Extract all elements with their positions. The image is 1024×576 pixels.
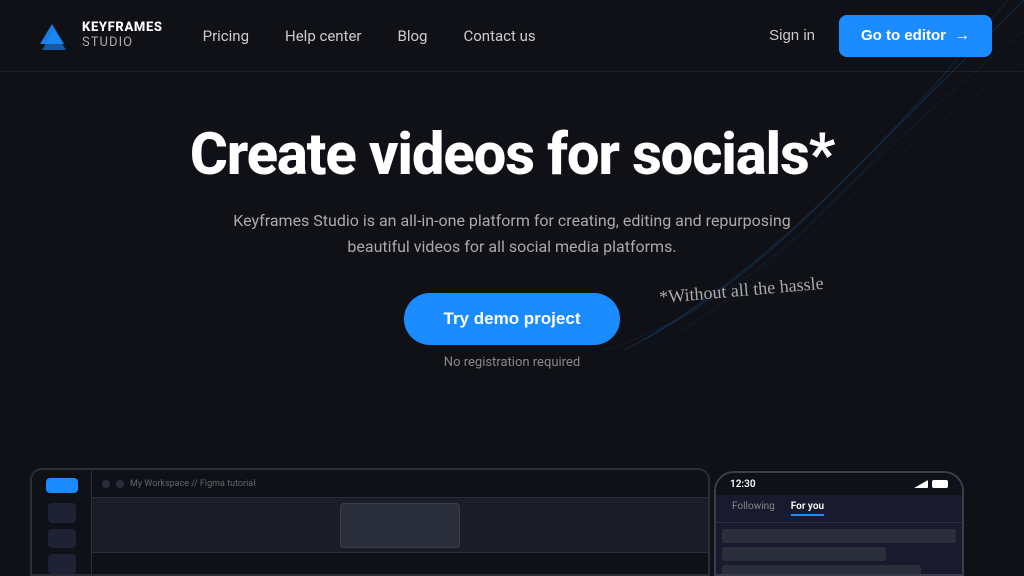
go-to-editor-button[interactable]: Go to editor →: [839, 15, 992, 57]
no-registration-text: No registration required: [444, 355, 580, 370]
nav-left: KEYFRAMES STUDIO Pricing Help center Blo…: [32, 16, 536, 56]
logo-link[interactable]: KEYFRAMES STUDIO: [32, 16, 163, 56]
phone-status-icons: [914, 480, 948, 488]
canvas-element: [340, 503, 460, 548]
hero-subtext: Keyframes Studio is an all-in-one platfo…: [232, 208, 792, 261]
laptop-timeline: [92, 552, 708, 574]
sidebar-icon-3: [48, 554, 76, 574]
tab-for-you: For you: [791, 501, 824, 516]
topbar-breadcrumb: My Workspace // Figma tutorial: [130, 479, 255, 489]
feed-item-1: [722, 529, 956, 543]
phone-feed: [716, 523, 962, 576]
go-to-editor-label: Go to editor: [861, 27, 946, 44]
nav-links: Pricing Help center Blog Contact us: [203, 26, 536, 45]
phone-tabs: Following For you: [716, 495, 962, 523]
try-demo-button[interactable]: Try demo project: [404, 293, 621, 345]
laptop-inner: My Workspace // Figma tutorial: [32, 470, 708, 574]
logo-name-top: KEYFRAMES: [82, 21, 163, 35]
sign-in-button[interactable]: Sign in: [769, 27, 815, 44]
logo-icon: [32, 16, 72, 56]
sidebar-icon-1: [48, 503, 76, 523]
tab-following: Following: [732, 501, 775, 516]
phone-mockup: 12:30 Following For you: [714, 471, 964, 576]
sidebar-logo: [46, 478, 78, 493]
sidebar-icon-2: [48, 529, 76, 549]
laptop-content: My Workspace // Figma tutorial: [92, 470, 708, 574]
wifi-icon: [914, 480, 928, 488]
phone-content: Following For you: [716, 495, 962, 576]
feed-item-2: [722, 547, 886, 561]
nav-link-pricing[interactable]: Pricing: [203, 27, 249, 45]
battery-icon: [932, 480, 948, 488]
nav-link-help-center[interactable]: Help center: [285, 27, 361, 45]
laptop-mockup: My Workspace // Figma tutorial: [30, 468, 710, 576]
laptop-topbar: My Workspace // Figma tutorial: [92, 470, 708, 498]
phone-status-bar: 12:30: [716, 473, 962, 495]
laptop-canvas: [92, 498, 708, 552]
arrow-icon: →: [954, 27, 970, 45]
logo-text: KEYFRAMES STUDIO: [82, 21, 163, 50]
phone-time: 12:30: [730, 479, 756, 490]
topbar-dot-2: [116, 480, 124, 488]
feed-item-3: [722, 565, 921, 576]
logo-name-bottom: STUDIO: [82, 36, 163, 50]
nav-link-contact[interactable]: Contact us: [463, 27, 535, 45]
laptop-sidebar: [32, 470, 92, 574]
topbar-dot-1: [102, 480, 110, 488]
nav-link-blog[interactable]: Blog: [398, 27, 428, 45]
hero-cta: Try demo project No registration require…: [404, 293, 621, 370]
hero-headline: Create videos for socials*: [190, 124, 834, 188]
navbar: KEYFRAMES STUDIO Pricing Help center Blo…: [0, 0, 1024, 72]
hero-section: Create videos for socials* Keyframes Stu…: [0, 72, 1024, 370]
nav-right: Sign in Go to editor →: [769, 15, 992, 57]
